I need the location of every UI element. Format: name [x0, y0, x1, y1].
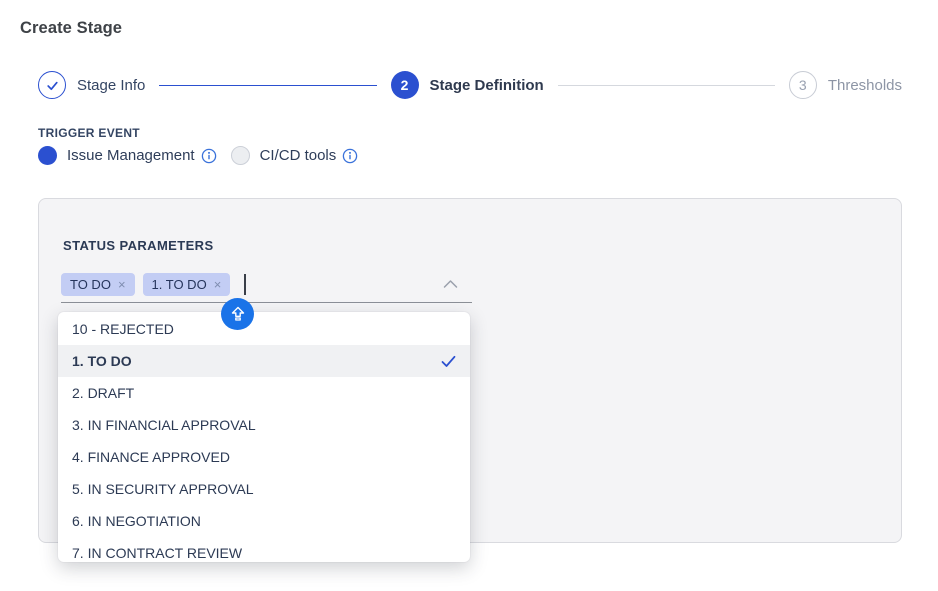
option-label: 6. IN NEGOTIATION: [72, 513, 201, 529]
step-completed-check-icon: [38, 71, 66, 99]
page-title: Create Stage: [20, 19, 122, 38]
status-dropdown-list: 10 - REJECTED 1. TO DO 2. DRAFT 3. IN FI…: [58, 312, 470, 562]
radio-label: CI/CD tools: [260, 147, 337, 164]
step-label-thresholds: Thresholds: [828, 77, 902, 94]
text-cursor-caret: [244, 274, 246, 295]
status-parameters-multiselect[interactable]: TO DO × 1. TO DO ×: [61, 273, 472, 303]
create-stage-page: Create Stage Stage Info 2 Stage Definiti…: [0, 0, 938, 591]
option-label: 2. DRAFT: [72, 385, 134, 401]
option-label: 1. TO DO: [72, 353, 132, 369]
option-label: 4. FINANCE APPROVED: [72, 449, 230, 465]
dropdown-option-2-draft[interactable]: 2. DRAFT: [58, 377, 470, 409]
step-stage-info[interactable]: Stage Info: [38, 71, 145, 99]
dropdown-option-10-rejected[interactable]: 10 - REJECTED: [58, 313, 470, 345]
upload-arrow-cursor-icon: [221, 298, 254, 330]
stepper: Stage Info 2 Stage Definition 3 Threshol…: [38, 70, 902, 100]
stepper-connector-upcoming: [558, 85, 775, 86]
step-stage-definition[interactable]: 2 Stage Definition: [391, 71, 544, 99]
info-icon[interactable]: [342, 148, 358, 164]
option-label: 7. IN CONTRACT REVIEW: [72, 545, 242, 561]
selected-chips: TO DO × 1. TO DO ×: [61, 273, 246, 296]
dropdown-option-5-in-security-approval[interactable]: 5. IN SECURITY APPROVAL: [58, 473, 470, 505]
radio-unselected-icon[interactable]: [231, 146, 250, 165]
radio-cicd-tools[interactable]: CI/CD tools: [231, 146, 359, 165]
chip-label: TO DO: [70, 277, 111, 292]
chip-to-do[interactable]: TO DO ×: [61, 273, 135, 296]
option-label: 10 - REJECTED: [72, 321, 174, 337]
chip-1-to-do[interactable]: 1. TO DO ×: [143, 273, 231, 296]
dropdown-option-7-in-contract-review[interactable]: 7. IN CONTRACT REVIEW: [58, 537, 470, 562]
check-icon: [441, 355, 456, 368]
chip-label: 1. TO DO: [152, 277, 207, 292]
radio-selected-icon[interactable]: [38, 146, 57, 165]
step-label-stage-definition: Stage Definition: [430, 77, 544, 94]
trigger-event-label: TRIGGER EVENT: [38, 126, 140, 140]
trigger-event-options: Issue Management CI/CD tools: [38, 146, 358, 165]
step-thresholds[interactable]: 3 Thresholds: [789, 71, 902, 99]
step-number-badge-3: 3: [789, 71, 817, 99]
dropdown-option-3-in-financial-approval[interactable]: 3. IN FINANCIAL APPROVAL: [58, 409, 470, 441]
chevron-up-icon[interactable]: [443, 279, 458, 289]
info-icon[interactable]: [201, 148, 217, 164]
stepper-connector-completed: [159, 85, 376, 86]
step-number-badge-2: 2: [391, 71, 419, 99]
dropdown-option-6-in-negotiation[interactable]: 6. IN NEGOTIATION: [58, 505, 470, 537]
option-label: 5. IN SECURITY APPROVAL: [72, 481, 254, 497]
option-label: 3. IN FINANCIAL APPROVAL: [72, 417, 256, 433]
step-label-stage-info: Stage Info: [77, 77, 145, 94]
chip-remove-icon[interactable]: ×: [214, 277, 222, 292]
status-parameters-label: STATUS PARAMETERS: [63, 238, 214, 253]
dropdown-option-1-to-do[interactable]: 1. TO DO: [58, 345, 470, 377]
dropdown-option-4-finance-approved[interactable]: 4. FINANCE APPROVED: [58, 441, 470, 473]
radio-issue-management[interactable]: Issue Management: [38, 146, 217, 165]
chip-remove-icon[interactable]: ×: [118, 277, 126, 292]
radio-label: Issue Management: [67, 147, 195, 164]
